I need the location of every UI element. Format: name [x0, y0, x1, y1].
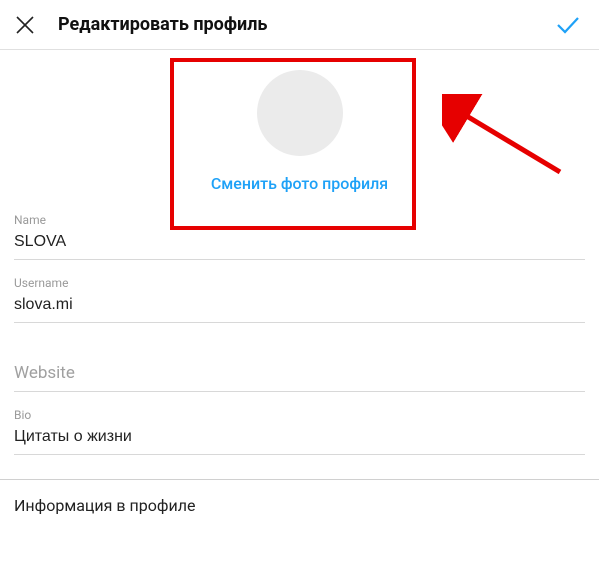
name-field: Name: [14, 205, 585, 260]
name-label: Name: [14, 213, 585, 227]
username-field: Username: [14, 268, 585, 323]
bio-label: Bio: [14, 408, 585, 422]
edit-form: Name Username Website Bio: [0, 205, 599, 455]
username-label: Username: [14, 276, 585, 290]
header: Редактировать профиль: [0, 0, 599, 50]
website-placeholder: Website: [14, 363, 75, 383]
avatar[interactable]: [257, 70, 343, 156]
website-field[interactable]: Website: [14, 357, 585, 392]
photo-section: Сменить фото профиля: [0, 50, 599, 205]
profile-info-section[interactable]: Информация в профиле: [0, 479, 599, 515]
page-title: Редактировать профиль: [58, 14, 267, 35]
username-input[interactable]: [14, 292, 585, 322]
close-icon[interactable]: [14, 14, 36, 36]
confirm-icon[interactable]: [555, 12, 581, 38]
bio-field: Bio: [14, 400, 585, 455]
name-input[interactable]: [14, 229, 585, 259]
change-photo-button[interactable]: Сменить фото профиля: [211, 174, 388, 193]
bio-input[interactable]: [14, 424, 585, 454]
